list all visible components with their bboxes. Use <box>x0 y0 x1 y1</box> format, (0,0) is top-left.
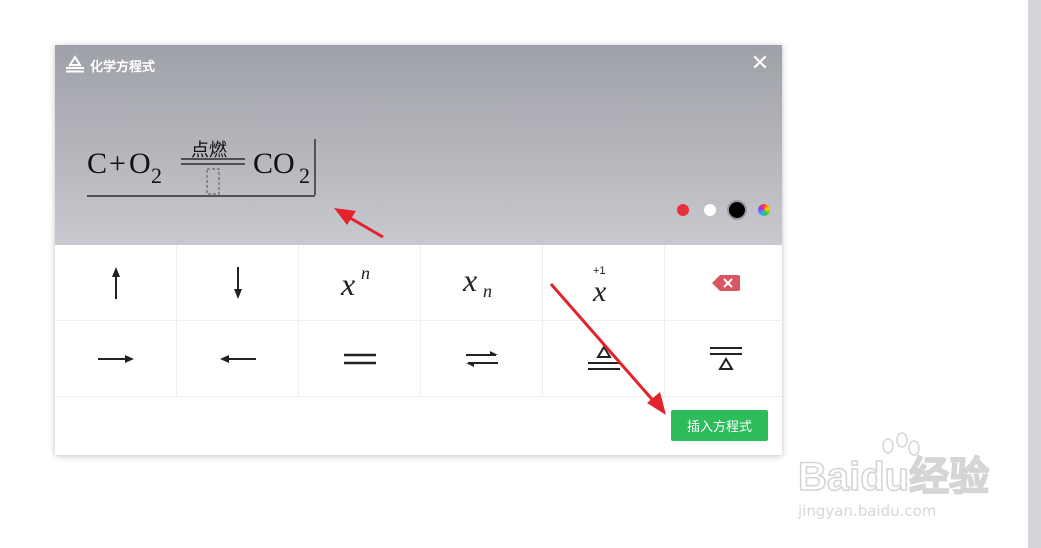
dialog-title: 化学方程式 <box>90 60 156 75</box>
close-button[interactable]: ✕ <box>749 53 771 75</box>
svg-text:n: n <box>361 263 370 283</box>
equals-icon <box>343 353 376 364</box>
chemical-equation-dialog: 化学方程式 ✕ C + O 2 点燃 CO 2 x n x n +1 x 插入方… <box>55 45 782 455</box>
key-backspace[interactable] <box>665 245 782 320</box>
key-equals[interactable] <box>299 321 420 396</box>
key-superscript[interactable]: x n <box>299 245 420 320</box>
backspace-icon <box>711 274 740 291</box>
key-up-arrow[interactable] <box>55 245 176 320</box>
down-arrow-icon <box>233 266 242 299</box>
left-arrow-icon <box>219 354 256 363</box>
symbol-keypad: x n x n +1 x <box>55 245 782 396</box>
formula-c: C <box>87 147 107 180</box>
baidu-watermark: Baidu经验 jingyan.baidu.com <box>797 430 998 530</box>
color-swatch-black[interactable] <box>727 200 747 220</box>
superscript-icon: x n <box>340 263 370 302</box>
heat-triangle-below-icon <box>587 344 620 370</box>
key-reversible[interactable] <box>421 321 542 396</box>
formula-co: CO <box>253 147 295 180</box>
color-swatch-white[interactable] <box>704 204 716 216</box>
dialog-footer: 插入方程式 <box>55 396 782 455</box>
heat-triangle-above-icon <box>709 346 742 370</box>
charge-icon: +1 x <box>592 265 607 305</box>
color-swatch-rainbow[interactable] <box>758 204 770 216</box>
up-arrow-icon <box>111 266 120 299</box>
reversible-arrow-icon <box>465 350 498 367</box>
key-heat-above[interactable] <box>665 321 782 396</box>
triangle-heat-icon <box>66 55 84 73</box>
right-arrow-icon <box>97 354 134 363</box>
key-heat-below[interactable] <box>543 321 664 396</box>
svg-text:x: x <box>462 263 477 298</box>
color-swatch-red[interactable] <box>677 204 689 216</box>
reaction-condition: 点燃 <box>191 140 227 160</box>
key-down-arrow[interactable] <box>177 245 298 320</box>
key-left-arrow[interactable] <box>177 321 298 396</box>
svg-text:x: x <box>592 275 607 305</box>
dialog-header: 化学方程式 ✕ C + O 2 点燃 CO 2 <box>55 45 782 245</box>
svg-text:Baidu经验: Baidu经验 <box>798 455 989 499</box>
svg-text:x: x <box>340 266 355 302</box>
formula-o-subscript: 2 <box>151 163 162 188</box>
watermark-url: jingyan.baidu.com <box>798 502 937 520</box>
key-charge[interactable]: +1 x <box>543 245 664 320</box>
formula-editor[interactable]: C + O 2 点燃 CO 2 <box>87 135 317 197</box>
condition-placeholder[interactable] <box>206 168 220 195</box>
subscript-icon: x n <box>462 263 492 301</box>
formula-co-subscript: 2 <box>299 163 310 188</box>
baidu-paw-logo: Baidu经验 <box>797 432 990 500</box>
insert-equation-button[interactable]: 插入方程式 <box>671 410 768 441</box>
key-right-arrow[interactable] <box>55 321 176 396</box>
formula-plus: + <box>109 147 126 180</box>
svg-text:n: n <box>483 281 492 301</box>
formula-o: O <box>129 147 151 180</box>
color-swatches <box>675 200 780 220</box>
formula-display: C + O 2 点燃 CO 2 <box>87 139 316 197</box>
key-subscript[interactable]: x n <box>421 245 542 320</box>
page-scrollbar[interactable] <box>1028 0 1041 548</box>
